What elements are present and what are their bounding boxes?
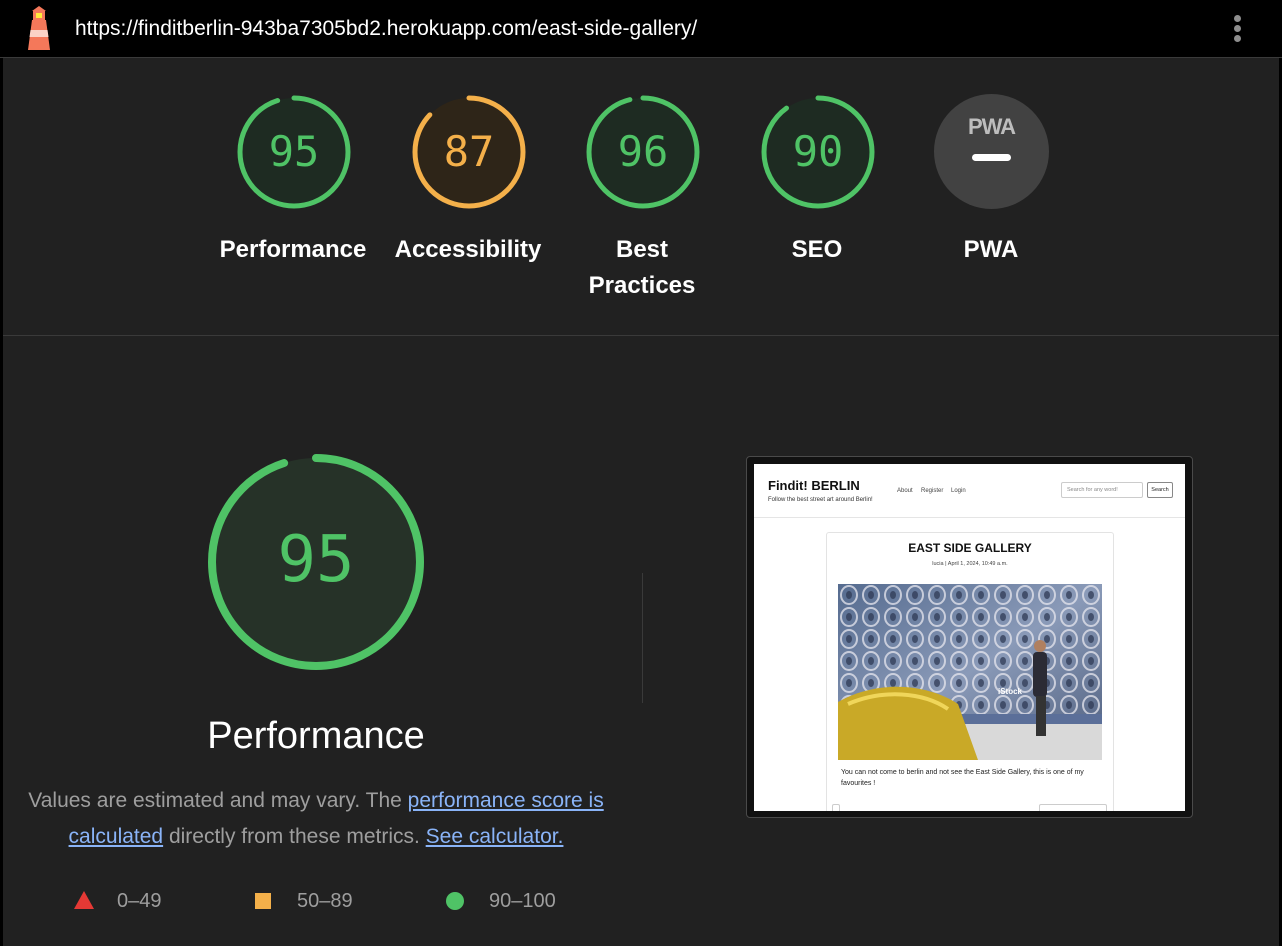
desc-text-1: Values are estimated and may vary. The bbox=[28, 789, 408, 812]
post-meta: lucia | April 1, 2024, 10:49 a.m. bbox=[932, 561, 1008, 567]
best-practices-line-1: Best bbox=[615, 236, 669, 263]
report-topbar: https://finditberlin-943ba7305bd2.heroku… bbox=[0, 0, 1282, 58]
more-options-icon[interactable] bbox=[1225, 12, 1249, 46]
lighthouse-icon bbox=[28, 6, 50, 50]
fail-triangle-icon bbox=[74, 891, 94, 909]
final-screenshot[interactable]: Findit! BERLIN Follow the best street ar… bbox=[746, 456, 1193, 818]
post-image: iStock bbox=[838, 584, 1102, 760]
best-practices-line-2: Practices bbox=[588, 272, 696, 299]
gauge-score: 96 bbox=[617, 127, 669, 176]
gauge-seo[interactable]: 90 bbox=[758, 92, 878, 212]
frame-left bbox=[0, 58, 3, 946]
audited-url[interactable]: https://finditberlin-943ba7305bd2.heroku… bbox=[75, 17, 697, 41]
performance-gauge-large: 95 bbox=[206, 452, 426, 672]
nav-about: About bbox=[897, 488, 913, 494]
pwa-badge-label: PWA bbox=[967, 114, 1016, 139]
mural-illustration bbox=[838, 584, 1102, 760]
legend-fail: 0–49 bbox=[74, 885, 194, 915]
site-tagline: Follow the best street art around Berlin… bbox=[768, 497, 873, 503]
category-label-pwa[interactable]: PWA bbox=[901, 232, 1081, 268]
site-brand: Findit! BERLIN bbox=[768, 478, 860, 493]
site-search-input: Search for any word! bbox=[1061, 482, 1143, 498]
category-label-accessibility[interactable]: Accessibility bbox=[378, 232, 558, 268]
post-body: You can not come to berlin and not see t… bbox=[841, 769, 1084, 787]
performance-score-large: 95 bbox=[277, 523, 355, 597]
category-label-seo[interactable]: SEO bbox=[727, 232, 907, 268]
screenshot-page: Findit! BERLIN Follow the best street ar… bbox=[754, 464, 1185, 811]
footer-checkbox bbox=[832, 804, 840, 811]
nav-register: Register bbox=[921, 488, 944, 494]
vertical-divider bbox=[642, 573, 643, 703]
footer-button bbox=[1039, 804, 1107, 811]
performance-description: Values are estimated and may vary. The p… bbox=[20, 783, 612, 855]
average-square-icon bbox=[255, 893, 271, 909]
post-title: EAST SIDE GALLERY bbox=[908, 541, 1032, 555]
legend-average: 50–89 bbox=[255, 885, 375, 915]
see-calculator-link[interactable]: See calculator. bbox=[426, 825, 564, 848]
gauge-accessibility[interactable]: 87 bbox=[409, 92, 529, 212]
desc-text-2: directly from these metrics. bbox=[163, 825, 426, 848]
nav-login: Login bbox=[951, 488, 966, 494]
section-divider bbox=[3, 335, 1279, 336]
performance-section-title: Performance bbox=[207, 715, 425, 757]
legend-fail-range: 0–49 bbox=[117, 890, 162, 912]
legend-pass-range: 90–100 bbox=[489, 890, 556, 912]
category-label-performance[interactable]: Performance bbox=[203, 232, 383, 268]
gauge-best-practices[interactable]: 96 bbox=[583, 92, 703, 212]
pass-circle-icon bbox=[446, 892, 464, 910]
image-watermark: iStock bbox=[998, 687, 1023, 696]
category-label-best-practices[interactable]: Best Practices bbox=[552, 232, 732, 304]
pwa-dash-icon bbox=[972, 154, 1011, 161]
gauge-score: 87 bbox=[443, 127, 495, 176]
gauge-score: 95 bbox=[268, 127, 320, 176]
site-search-button: Search bbox=[1147, 482, 1173, 498]
gauge-score: 90 bbox=[792, 127, 844, 176]
pwa-badge[interactable]: PWA bbox=[934, 94, 1049, 209]
legend-pass: 90–100 bbox=[446, 885, 586, 915]
gauge-performance[interactable]: 95 bbox=[234, 92, 354, 212]
legend-average-range: 50–89 bbox=[297, 890, 353, 912]
site-header: Findit! BERLIN Follow the best street ar… bbox=[754, 464, 1185, 518]
